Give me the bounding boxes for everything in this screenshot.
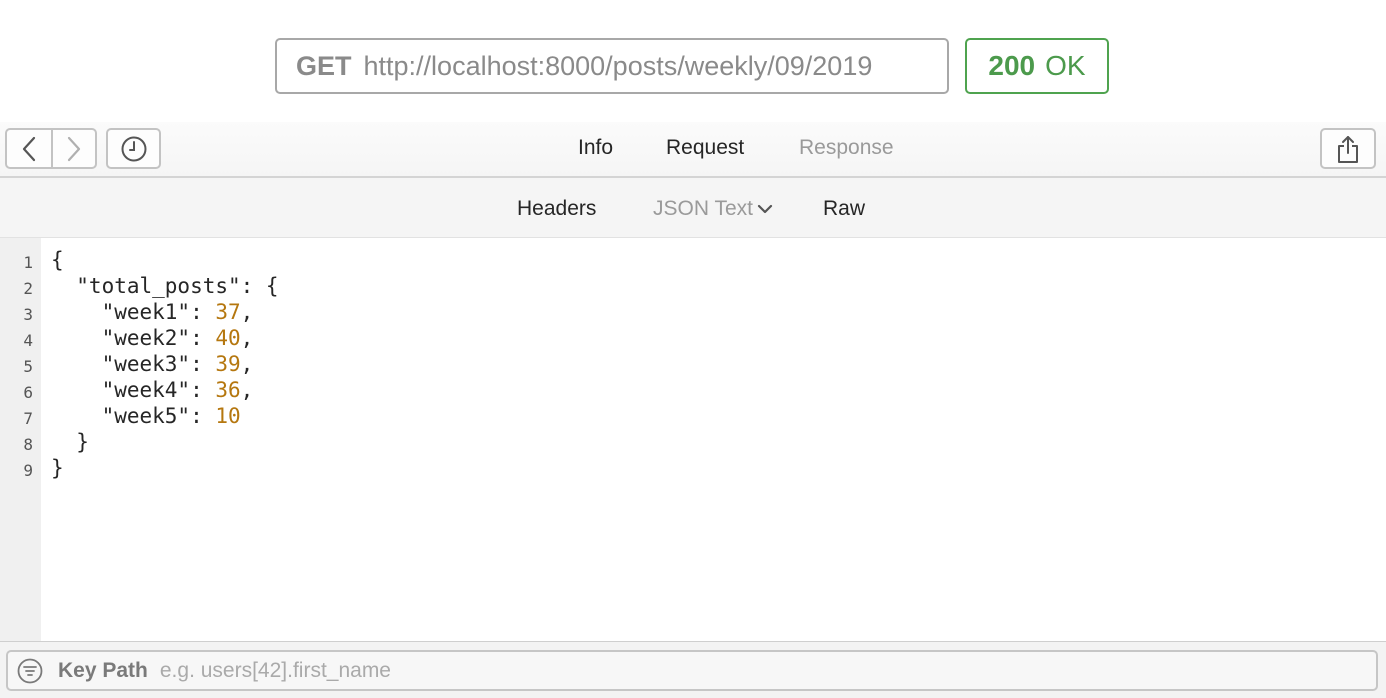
line-number: 7: [23, 409, 33, 428]
json-punctuation: ,: [240, 378, 254, 402]
request-bar: GET http://localhost:8000/posts/weekly/0…: [0, 0, 1386, 122]
http-method: GET: [296, 50, 352, 81]
request-url: http://localhost:8000/posts/weekly/09/20…: [363, 50, 873, 81]
json-viewer[interactable]: 1 2 3 4 5 6 7 8 9 { "total_posts": { "we…: [0, 238, 1386, 641]
clock-icon: [121, 136, 146, 161]
back-button[interactable]: [7, 130, 51, 167]
filter-icon: [17, 658, 43, 683]
json-key: "week5":: [51, 404, 216, 428]
tab-info[interactable]: Info: [578, 136, 613, 160]
line-number: 6: [23, 383, 33, 402]
code-line: "total_posts": {: [51, 274, 279, 298]
json-number: 40: [215, 326, 241, 350]
chevron-down-icon: [757, 204, 773, 214]
json-number: 39: [215, 352, 241, 376]
line-number: 1: [23, 253, 33, 272]
code-line: "week5": 10: [51, 404, 241, 428]
toolbar: Info Request Response: [0, 122, 1386, 178]
json-key: "week2":: [51, 326, 216, 350]
status-text: OK: [1045, 50, 1086, 81]
code-line: "week4": 36,: [51, 378, 254, 402]
navigation-group: [5, 128, 97, 169]
json-text-label: JSON Text: [653, 197, 753, 220]
chevron-left-icon: [22, 136, 36, 161]
line-number: 5: [23, 357, 33, 376]
key-path-filter[interactable]: Key Path: [6, 650, 1378, 691]
tab-request[interactable]: Request: [666, 136, 744, 160]
code-line: "week3": 39,: [51, 352, 254, 376]
line-number: 9: [23, 461, 33, 480]
key-path-input[interactable]: [159, 658, 1060, 683]
code-line: }: [51, 430, 89, 454]
line-number: 4: [23, 331, 33, 350]
tab-headers[interactable]: Headers: [517, 197, 596, 221]
tab-json-text[interactable]: JSON Text: [653, 197, 773, 221]
line-number-gutter: 1 2 3 4 5 6 7 8 9: [0, 238, 41, 641]
chevron-right-icon: [67, 136, 81, 161]
json-punctuation: ,: [240, 326, 254, 350]
key-path-label: Key Path: [58, 658, 148, 682]
json-punctuation: ,: [240, 352, 254, 376]
json-number: 10: [215, 404, 241, 428]
share-button[interactable]: [1320, 128, 1376, 169]
code-line: }: [51, 456, 64, 480]
share-icon: [1338, 135, 1358, 163]
json-key: "week3":: [51, 352, 216, 376]
tab-raw[interactable]: Raw: [823, 197, 865, 221]
key-path-bar: Key Path: [0, 641, 1386, 698]
tab-response[interactable]: Response: [799, 136, 894, 160]
status-badge: 200 OK: [965, 38, 1109, 94]
line-number: 2: [23, 279, 33, 298]
status-code: 200: [988, 50, 1036, 81]
json-punctuation: ,: [240, 300, 254, 324]
line-number: 3: [23, 305, 33, 324]
forward-button[interactable]: [50, 130, 95, 167]
code-line: "week1": 37,: [51, 300, 254, 324]
line-number: 8: [23, 435, 33, 454]
response-view-tabs: Headers JSON Text Raw: [0, 178, 1386, 238]
code-line: {: [51, 248, 64, 272]
history-button[interactable]: [106, 128, 161, 169]
json-number: 37: [215, 300, 241, 324]
code-line: "week2": 40,: [51, 326, 254, 350]
url-field[interactable]: GET http://localhost:8000/posts/weekly/0…: [275, 38, 949, 94]
json-key: "week1":: [51, 300, 216, 324]
json-key: "week4":: [51, 378, 216, 402]
json-number: 36: [215, 378, 241, 402]
